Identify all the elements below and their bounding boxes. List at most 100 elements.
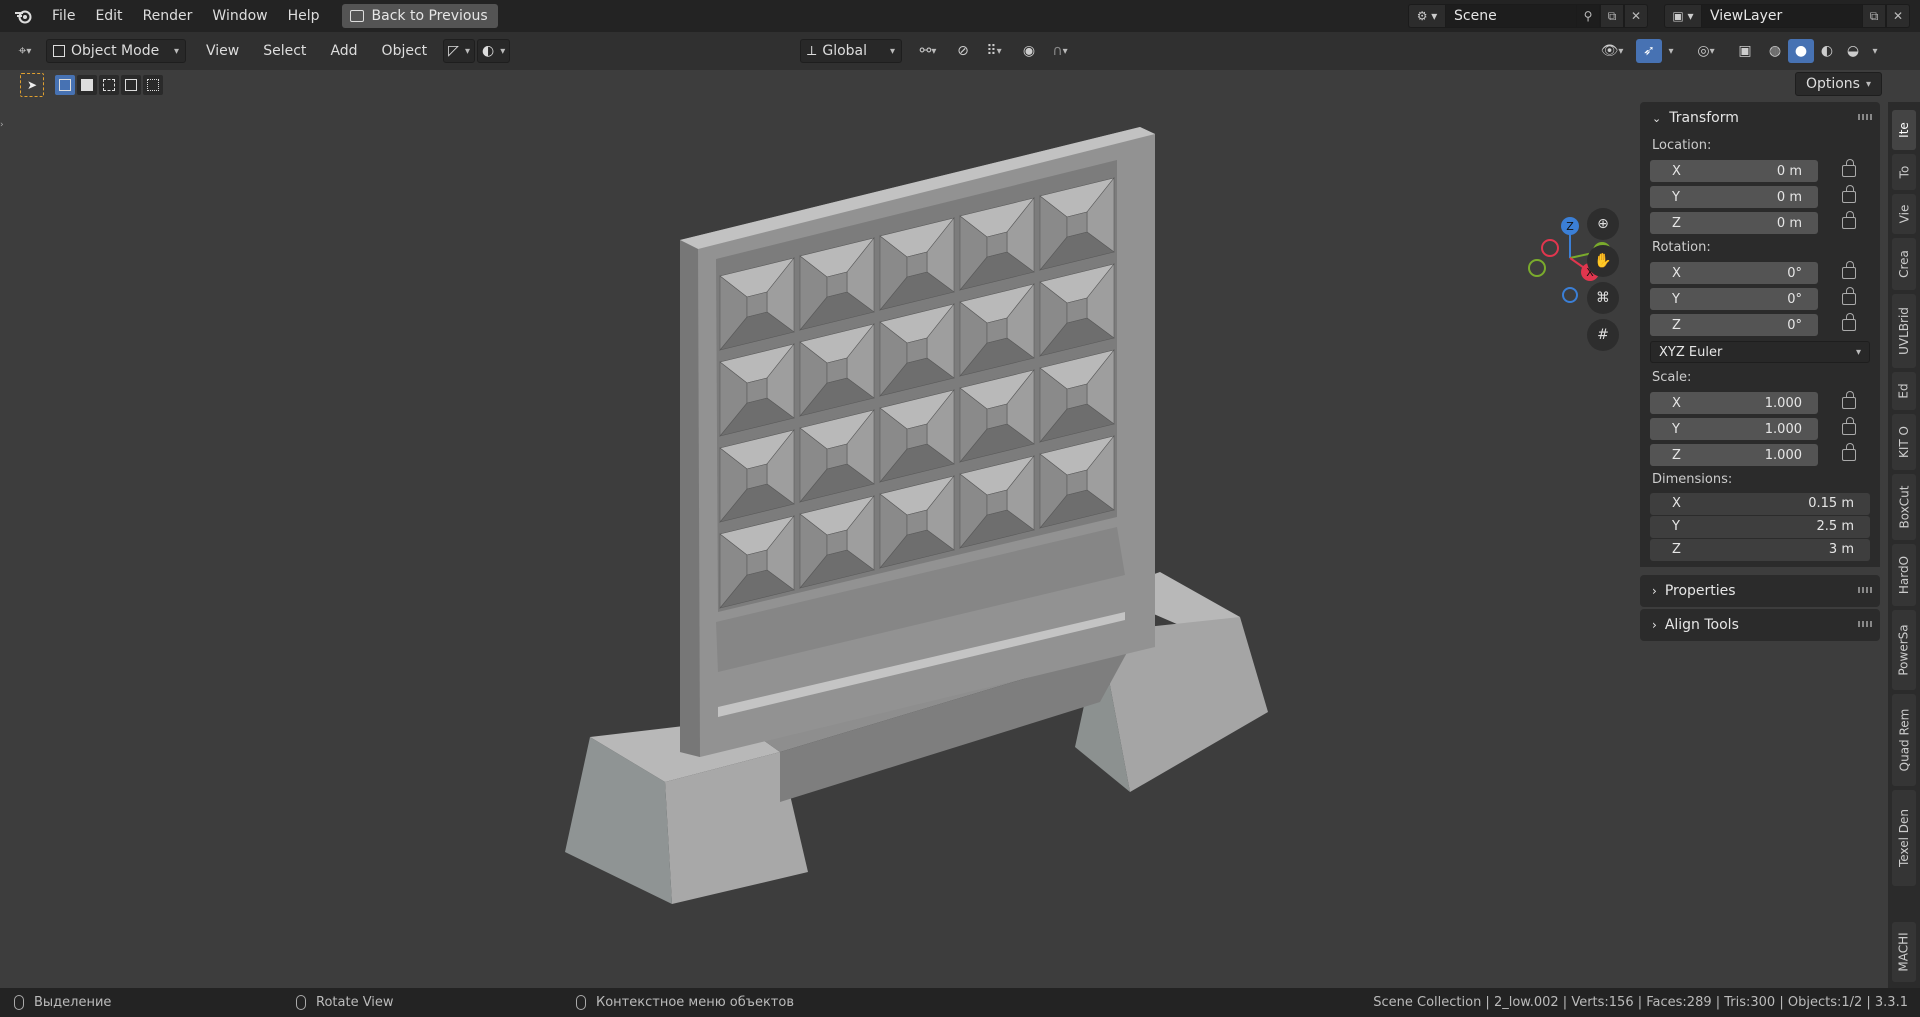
- material-shading-icon[interactable]: ◐: [1814, 39, 1840, 63]
- menu-object[interactable]: Object: [370, 43, 440, 59]
- pan-hand-icon[interactable]: ✋: [1587, 245, 1619, 277]
- tab-kitops[interactable]: KIT O: [1892, 414, 1916, 470]
- location-y-field[interactable]: Y0 m: [1650, 186, 1818, 208]
- lock-icon[interactable]: [1842, 261, 1856, 279]
- dimension-y-field[interactable]: Y 2.5 m: [1650, 515, 1870, 538]
- mode-dropdown[interactable]: Object Mode ▾: [46, 39, 186, 63]
- tab-create[interactable]: Crea: [1892, 238, 1916, 290]
- scale-z-field[interactable]: Z 1.000: [1650, 444, 1818, 466]
- select-intersect-icon[interactable]: [143, 75, 163, 95]
- new-view-layer-icon[interactable]: ⧉: [1862, 4, 1886, 28]
- lock-icon[interactable]: [1842, 391, 1856, 409]
- tab-uvlbridge[interactable]: UVLBrid: [1892, 294, 1916, 368]
- wireframe-shading-icon[interactable]: ◍: [1762, 39, 1788, 63]
- gizmo-toggle-icon[interactable]: ➶: [1636, 39, 1662, 63]
- visibility-icon[interactable]: 👁 ▾: [1592, 39, 1632, 63]
- menu-select[interactable]: Select: [251, 43, 318, 59]
- drag-handle-icon[interactable]: [1858, 587, 1872, 593]
- scene-name-field[interactable]: Scene: [1446, 4, 1576, 28]
- options-label: Options: [1805, 76, 1860, 92]
- scene-icon[interactable]: ⚙ ▾: [1408, 4, 1446, 28]
- back-label: Back to Previous: [371, 8, 488, 24]
- tab-machin3[interactable]: MACHI: [1892, 922, 1916, 982]
- tab-view[interactable]: Vie: [1892, 194, 1916, 234]
- menu-edit[interactable]: Edit: [85, 0, 132, 32]
- rotation-z-field[interactable]: Z 0°: [1650, 314, 1818, 336]
- select-extend-icon[interactable]: [77, 75, 97, 95]
- barrier-model[interactable]: [565, 127, 1268, 904]
- rotation-x-field[interactable]: X 0°: [1650, 262, 1818, 284]
- 3d-viewport[interactable]: › Z X ⊕ ✋ ⌘ #: [0, 102, 1888, 988]
- lock-icon[interactable]: [1842, 211, 1856, 229]
- rendered-shading-icon[interactable]: ◒: [1840, 39, 1866, 63]
- tab-tool[interactable]: To: [1892, 154, 1916, 190]
- view-layer-field[interactable]: ViewLayer: [1702, 4, 1862, 28]
- falloff-icon[interactable]: ∩ ▾: [1042, 39, 1078, 63]
- pivot-dropdown[interactable]: ◐ ▾: [476, 39, 511, 63]
- lock-icon[interactable]: [1842, 159, 1856, 177]
- editor-type-icon[interactable]: ⌖ ▾: [12, 39, 38, 63]
- perspective-grid-icon[interactable]: #: [1587, 319, 1619, 351]
- header-right: 👁 ▾ ➶ ▾ ◎ ▾ ▣ ◍ ● ◐ ◒ ▾: [1592, 39, 1884, 63]
- lock-icon[interactable]: [1842, 287, 1856, 305]
- rotation-mode-dropdown[interactable]: XYZ Euler ▾: [1650, 341, 1870, 363]
- pivot-point-icon[interactable]: ⚯ ▾: [910, 39, 946, 63]
- properties-panel-header[interactable]: › Properties: [1640, 575, 1880, 607]
- mode-label: Object Mode: [71, 43, 160, 59]
- select-invert-icon[interactable]: [121, 75, 141, 95]
- lock-icon[interactable]: [1842, 313, 1856, 331]
- lock-icon[interactable]: [1842, 417, 1856, 435]
- tab-edit[interactable]: Ed: [1892, 372, 1916, 410]
- lock-icon[interactable]: [1842, 185, 1856, 203]
- xray-icon[interactable]: ▣: [1732, 39, 1758, 63]
- align-tools-panel-header[interactable]: › Align Tools: [1640, 609, 1880, 641]
- options-dropdown[interactable]: Options ▾: [1794, 72, 1882, 96]
- tab-hardops[interactable]: HardO: [1892, 544, 1916, 606]
- solid-shading-icon[interactable]: ●: [1788, 39, 1814, 63]
- transform-panel-header[interactable]: ⌄ Transform: [1640, 102, 1880, 134]
- scale-y-field[interactable]: Y 1.000: [1650, 418, 1818, 440]
- menu-view[interactable]: View: [194, 43, 251, 59]
- delete-scene-icon[interactable]: ✕: [1624, 4, 1648, 28]
- location-z-field[interactable]: Z0 m: [1650, 212, 1818, 234]
- back-to-previous-button[interactable]: Back to Previous: [341, 4, 498, 28]
- camera-view-icon[interactable]: ⌘: [1587, 282, 1619, 314]
- tab-boxcutter[interactable]: BoxCut: [1892, 474, 1916, 540]
- dimension-z-field[interactable]: Z3 m: [1650, 538, 1870, 561]
- proportional-edit-icon[interactable]: ◉: [1016, 39, 1042, 63]
- scale-x-field[interactable]: X 1.000: [1650, 392, 1818, 414]
- pin-icon[interactable]: ⚲: [1576, 4, 1600, 28]
- blender-logo-icon[interactable]: [12, 5, 34, 27]
- snap-target-icon[interactable]: ⠿ ▾: [976, 39, 1012, 63]
- select-subtract-icon[interactable]: [99, 75, 119, 95]
- location-x-field[interactable]: X0 m: [1650, 160, 1818, 182]
- orientation-dropdown[interactable]: ⟂ Global ▾: [800, 39, 902, 63]
- menu-file[interactable]: File: [42, 0, 85, 32]
- view-layer-icon[interactable]: ▣ ▾: [1664, 4, 1702, 28]
- zoom-icon[interactable]: ⊕: [1587, 208, 1619, 240]
- tab-texel-density[interactable]: Texel Den: [1892, 790, 1916, 886]
- tab-powersave[interactable]: PowerSa: [1892, 610, 1916, 690]
- dimension-x-field[interactable]: X 0.15 m: [1650, 492, 1870, 515]
- shading-dropdown-icon[interactable]: ▾: [1866, 39, 1884, 63]
- menu-help[interactable]: Help: [278, 0, 330, 32]
- transform-affect-dropdown[interactable]: ◸ ▾: [443, 39, 475, 63]
- drag-handle-icon[interactable]: [1858, 114, 1872, 120]
- select-new-icon[interactable]: [55, 75, 75, 95]
- snap-toggle-icon[interactable]: ⊘: [950, 39, 976, 63]
- menu-add[interactable]: Add: [318, 43, 369, 59]
- lock-icon[interactable]: [1842, 443, 1856, 461]
- back-icon: [349, 10, 364, 22]
- rotation-y-field[interactable]: Y 0°: [1650, 288, 1818, 310]
- tab-quad-remesher[interactable]: Quad Rem: [1892, 694, 1916, 786]
- menu-window[interactable]: Window: [202, 0, 277, 32]
- select-tool-icon[interactable]: ➤: [20, 73, 44, 97]
- new-scene-icon[interactable]: ⧉: [1600, 4, 1624, 28]
- tab-item[interactable]: Ite: [1892, 110, 1916, 150]
- overlay-icon[interactable]: ◎ ▾: [1686, 39, 1726, 63]
- delete-view-layer-icon[interactable]: ✕: [1886, 4, 1910, 28]
- scene-selector: ⚙ ▾ Scene ⚲ ⧉ ✕: [1408, 4, 1648, 28]
- drag-handle-icon[interactable]: [1858, 621, 1872, 627]
- menu-render[interactable]: Render: [133, 0, 203, 32]
- gizmo-dropdown-icon[interactable]: ▾: [1662, 39, 1680, 63]
